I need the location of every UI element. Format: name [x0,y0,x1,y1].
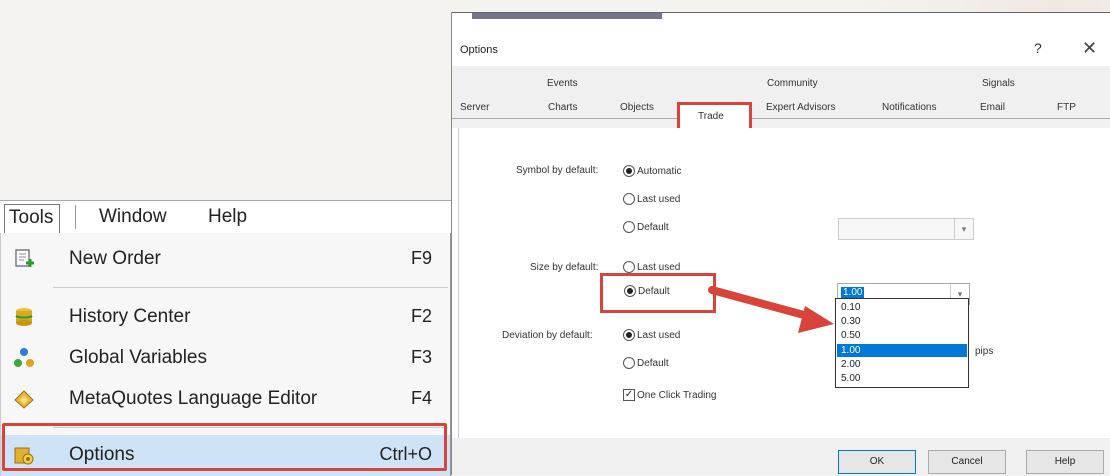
size-option[interactable]: 5.00 [837,372,967,385]
symbol-default-radio[interactable] [623,221,635,233]
dialog-title: Options [460,44,498,56]
radio-label: Last used [637,330,681,341]
help-icon[interactable]: ? [1034,40,1042,56]
tab-objects[interactable]: Objects [620,102,654,113]
ok-button[interactable]: OK [838,450,916,474]
symbol-select[interactable]: ▾ [838,218,974,240]
cancel-button[interactable]: Cancel [928,450,1006,474]
size-option[interactable]: 2.00 [837,358,967,371]
chevron-down-icon: ▾ [954,219,973,239]
help-button[interactable]: Help [1026,450,1104,474]
menu-item-label: Global Variables [69,347,208,368]
checkbox-label: One Click Trading [637,390,717,401]
menu-item-shortcut: F3 [410,347,432,367]
dialog-top-edge [452,12,1110,37]
radio-label: Default [637,358,669,369]
size-option[interactable]: 0.50 [837,329,967,342]
size-default-radio[interactable] [624,285,636,297]
deviation-unit-label: pips [975,346,994,357]
tab-row-lower: Server Charts Objects Expert Advisors No… [452,96,1110,119]
trade-settings-panel: Symbol by default: Automatic Last used D… [458,128,1109,438]
deviation-default-radio[interactable] [623,357,635,369]
menu-item-label: MetaQuotes Language Editor [69,388,318,409]
tab-trade-label: Trade [698,111,724,122]
tab-signals[interactable]: Signals [982,78,1015,89]
one-click-trading-checkbox[interactable]: ✓ [623,389,635,401]
symbol-last-used-radio[interactable] [623,193,635,205]
menu-item-shortcut: F2 [410,306,432,326]
menu-item-shortcut: F9 [410,248,432,268]
menu-item-global-variables[interactable]: Global Variables F3 [1,338,450,378]
deviation-last-used-radio[interactable] [623,329,635,341]
menu-separator [75,205,76,229]
history-center-icon [13,306,35,328]
dialog-button-row: OK Cancel Help [452,438,1110,475]
menu-item-label: History Center [69,306,191,327]
tab-row-upper: Events Community Signals [452,78,1110,96]
menu-item-history-center[interactable]: History Center F2 [1,297,450,337]
menu-help[interactable]: Help [208,206,247,228]
menu-tools[interactable]: Tools [4,204,61,235]
size-last-used-radio[interactable] [623,261,635,273]
size-dropdown-list: 0.10 0.30 0.50 1.00 2.00 5.00 [835,298,969,388]
options-dialog: Options ? ✕ Events Community Signals Ser… [451,12,1110,475]
radio-label: Automatic [637,166,682,177]
tab-expert-advisors[interactable]: Expert Advisors [766,102,835,113]
tab-charts[interactable]: Charts [548,102,577,113]
radio-label: Default [637,222,669,233]
close-icon[interactable]: ✕ [1082,38,1097,59]
symbol-automatic-radio[interactable] [623,165,635,177]
size-select-value: 1.00 [841,287,865,298]
menu-divider [53,287,448,288]
language-editor-icon [13,388,35,410]
global-variables-icon [13,347,35,369]
tools-menu-panel: Tools Window Help New Order F9 History C… [0,200,451,476]
options-highlight-box [2,423,447,471]
menu-item-metaquotes-language-editor[interactable]: MetaQuotes Language Editor F4 [1,379,450,419]
new-order-icon [13,248,35,270]
tab-strip: Events Community Signals Server Charts O… [452,66,1110,128]
radio-label: Last used [637,194,681,205]
tab-notifications[interactable]: Notifications [882,102,936,113]
tab-community[interactable]: Community [767,78,818,89]
size-option-selected[interactable]: 1.00 [837,344,967,357]
menu-item-new-order[interactable]: New Order F9 [1,239,450,279]
size-option[interactable]: 0.10 [837,301,967,314]
tab-server[interactable]: Server [460,102,489,113]
radio-label: Last used [637,262,681,273]
menu-item-label: New Order [69,248,161,269]
menu-bar: Tools Window Help [0,201,451,235]
radio-label: Default [638,286,670,297]
size-default-highlight: Default [600,273,716,313]
window-strip [472,13,662,19]
menu-item-shortcut: F4 [410,388,432,408]
tab-email[interactable]: Email [980,102,1005,113]
tab-events[interactable]: Events [547,78,578,89]
symbol-default-label: Symbol by default: [516,165,599,176]
size-default-label: Size by default: [530,262,599,273]
dialog-titlebar: Options ? ✕ [452,36,1110,66]
menu-window[interactable]: Window [99,206,167,228]
deviation-default-label: Deviation by default: [502,330,593,341]
size-option[interactable]: 0.30 [837,315,967,328]
tab-ftp[interactable]: FTP [1057,102,1076,113]
